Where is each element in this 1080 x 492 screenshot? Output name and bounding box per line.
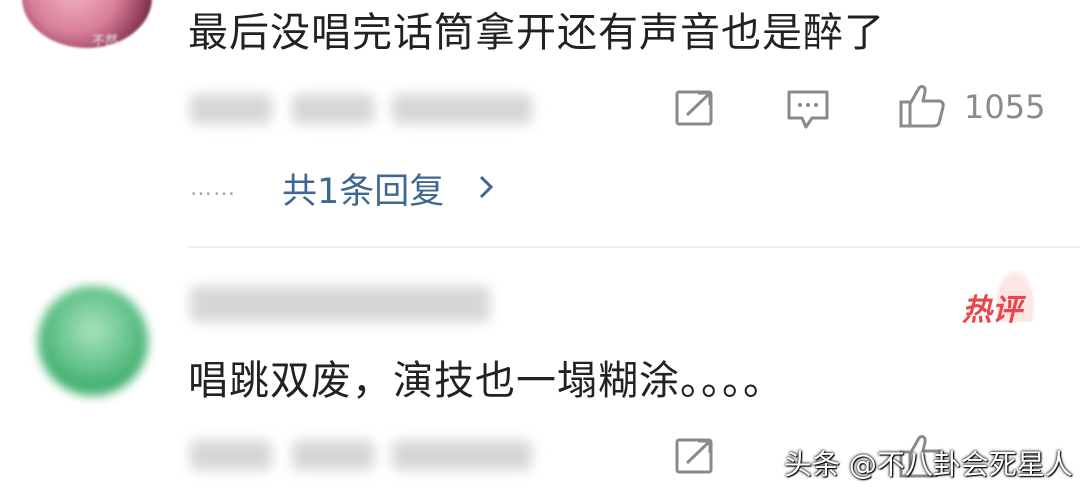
avatar[interactable]	[38, 286, 148, 396]
comment-meta-blurred	[292, 94, 374, 124]
comment-meta-blurred	[190, 440, 272, 470]
source-watermark: 头条 @不八卦会死星人	[784, 448, 1073, 481]
comment-meta-blurred	[392, 440, 532, 470]
hot-comment-badge: 热评	[962, 293, 1022, 328]
avatar-watermark: 不然	[92, 34, 119, 48]
share-icon[interactable]	[674, 88, 716, 128]
comment-divider	[188, 246, 1080, 248]
share-icon[interactable]	[674, 436, 716, 476]
comment-meta-blurred	[190, 94, 272, 124]
avatar[interactable]: 不然	[22, 0, 152, 48]
comment-meta-blurred	[392, 94, 532, 124]
comment-text: 唱跳双废，演技也一塌糊涂。。。。	[188, 358, 784, 404]
view-replies-link[interactable]: 共1条回复	[282, 163, 444, 214]
like-count: 1055	[964, 88, 1046, 126]
chevron-right-icon[interactable]	[476, 172, 496, 206]
comment-meta-blurred	[292, 440, 374, 470]
comment-text: 最后没唱完话筒拿开还有声音也是醉了	[188, 10, 885, 56]
reply-ellipsis: ……	[190, 176, 236, 201]
comment-icon[interactable]	[786, 88, 830, 132]
username-blurred	[190, 286, 490, 322]
comment-list: 不然 最后没唱完话筒拿开还有声音也是醉了 1055 …… 共1条回复 热评 唱跳…	[0, 0, 1080, 492]
thumbs-up-icon[interactable]	[898, 82, 946, 130]
